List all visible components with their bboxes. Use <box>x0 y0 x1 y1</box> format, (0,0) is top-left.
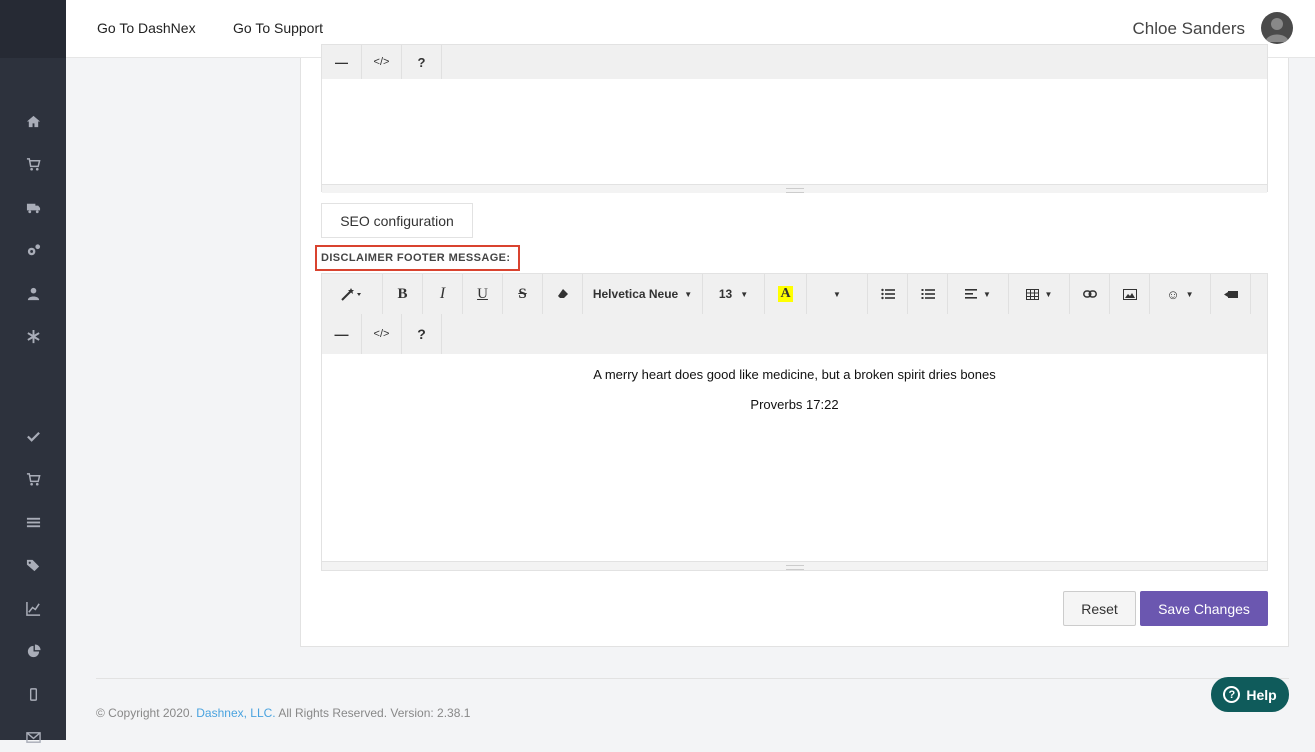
disclaimer-editor-toolbar: B I U S Helvetica Neue ▼ 13 ▼ A ▼ ▼ ▼ ☺ … <box>322 274 1267 354</box>
copyright-prefix: © Copyright 2020. <box>96 706 193 720</box>
hr-button[interactable]: — <box>322 45 362 79</box>
tab-seo-configuration[interactable]: SEO configuration <box>321 203 473 238</box>
disclaimer-editor: B I U S Helvetica Neue ▼ 13 ▼ A ▼ ▼ ▼ ☺ … <box>321 273 1268 571</box>
help-button[interactable]: ? <box>402 314 442 354</box>
list-icon[interactable] <box>0 507 66 537</box>
color-picker-dropdown[interactable]: ▼ <box>807 274 868 314</box>
cart-icon[interactable] <box>0 149 66 179</box>
question-icon: ? <box>417 326 426 342</box>
unordered-list-button[interactable] <box>868 274 908 314</box>
sidebar-logo-area <box>0 0 66 58</box>
video-button[interactable] <box>1211 274 1251 314</box>
top-editor-content[interactable] <box>322 79 1267 184</box>
strikethrough-icon: S <box>518 285 527 302</box>
cart-icon[interactable] <box>0 464 66 494</box>
align-left-icon <box>965 289 978 299</box>
sidebar <box>0 0 66 743</box>
envelope-icon[interactable] <box>0 722 66 752</box>
chevron-down-icon: ▼ <box>983 289 991 299</box>
bold-button[interactable]: B <box>383 274 423 314</box>
strikethrough-button[interactable]: S <box>503 274 543 314</box>
font-size-dropdown[interactable]: 13 ▼ <box>703 274 765 314</box>
footer-copyright: © Copyright 2020. Dashnex, LLC. All Righ… <box>96 706 470 720</box>
video-icon <box>1223 290 1238 298</box>
reset-button[interactable]: Reset <box>1063 591 1136 626</box>
disclaimer-editor-resize-handle[interactable] <box>322 561 1267 570</box>
chevron-down-icon: ▼ <box>684 289 693 299</box>
link-icon <box>1082 290 1097 298</box>
disclaimer-footer-label: DISCLAIMER FOOTER MESSAGE: <box>315 245 520 271</box>
disclaimer-editor-content[interactable]: A merry heart does good like medicine, b… <box>322 354 1267 561</box>
pie-chart-icon[interactable] <box>0 636 66 666</box>
horizontal-rule-icon: — <box>334 326 349 342</box>
horizontal-rule-button[interactable]: — <box>322 314 362 354</box>
image-button[interactable] <box>1110 274 1150 314</box>
content-quote: A merry heart does good like medicine, b… <box>593 367 996 382</box>
link-button[interactable] <box>1070 274 1110 314</box>
tags-icon[interactable] <box>0 550 66 580</box>
content-citation: Proverbs 17:22 <box>750 397 839 412</box>
code-view-button[interactable]: </> <box>362 314 402 354</box>
ordered-list-button[interactable] <box>908 274 948 314</box>
top-editor-toolbar: — </> ? <box>322 45 1267 79</box>
avatar[interactable] <box>1261 12 1293 44</box>
bold-icon: B <box>397 285 408 302</box>
footer-divider <box>96 678 1289 679</box>
user-name[interactable]: Chloe Sanders <box>1133 19 1245 39</box>
dashnex-link[interactable]: Dashnex, LLC. <box>196 706 275 720</box>
chevron-down-icon: ▼ <box>833 289 841 299</box>
code-icon: </> <box>373 328 390 340</box>
help-label: Help <box>1246 686 1277 703</box>
clear-format-button[interactable] <box>543 274 583 314</box>
avatar-user-icon <box>1265 18 1289 42</box>
emoji-dropdown[interactable]: ☺ ▼ <box>1150 274 1211 314</box>
eraser-icon <box>557 289 568 298</box>
italic-icon: I <box>439 285 446 302</box>
font-family-value: Helvetica Neue <box>592 287 679 301</box>
check-icon[interactable] <box>0 421 66 451</box>
top-editor-resize-handle[interactable] <box>322 184 1267 193</box>
paragraph-align-dropdown[interactable]: ▼ <box>948 274 1009 314</box>
save-changes-button[interactable]: Save Changes <box>1140 591 1268 626</box>
mobile-icon[interactable] <box>0 679 66 709</box>
text-color-button[interactable]: A <box>765 274 807 314</box>
user-icon[interactable] <box>0 278 66 308</box>
smiley-icon: ☺ <box>1166 286 1180 302</box>
italic-button[interactable]: I <box>423 274 463 314</box>
help-widget-button[interactable]: ? Help <box>1211 677 1289 712</box>
font-size-value: 13 <box>718 287 733 301</box>
bullet-list-icon <box>880 288 895 300</box>
magic-style-button[interactable] <box>322 274 383 314</box>
font-color-icon: A <box>778 286 793 302</box>
magic-wand-icon <box>341 288 361 301</box>
table-icon <box>1025 288 1039 300</box>
help-button[interactable]: ? <box>402 45 442 79</box>
top-editor: — </> ? <box>321 44 1268 193</box>
go-to-support-link[interactable]: Go To Support <box>233 20 323 36</box>
chevron-down-icon: ▼ <box>1044 289 1053 299</box>
go-to-dashnex-link[interactable]: Go To DashNex <box>97 20 196 36</box>
line-chart-icon[interactable] <box>0 593 66 623</box>
font-family-dropdown[interactable]: Helvetica Neue ▼ <box>583 274 703 314</box>
underline-button[interactable]: U <box>463 274 503 314</box>
table-dropdown[interactable]: ▼ <box>1009 274 1070 314</box>
image-icon <box>1122 288 1137 300</box>
asterisk-icon[interactable] <box>0 321 66 351</box>
chevron-down-icon: ▼ <box>1185 289 1194 299</box>
truck-icon[interactable] <box>0 192 66 222</box>
underline-icon: U <box>477 285 488 302</box>
numbered-list-icon <box>921 289 935 299</box>
question-circle-icon: ? <box>1223 686 1241 703</box>
code-view-button[interactable]: </> <box>362 45 402 79</box>
copyright-suffix: All Rights Reserved. Version: 2.38.1 <box>278 706 471 720</box>
home-icon[interactable] <box>0 106 66 136</box>
gears-icon[interactable] <box>0 235 66 265</box>
chevron-down-icon: ▼ <box>740 289 749 299</box>
